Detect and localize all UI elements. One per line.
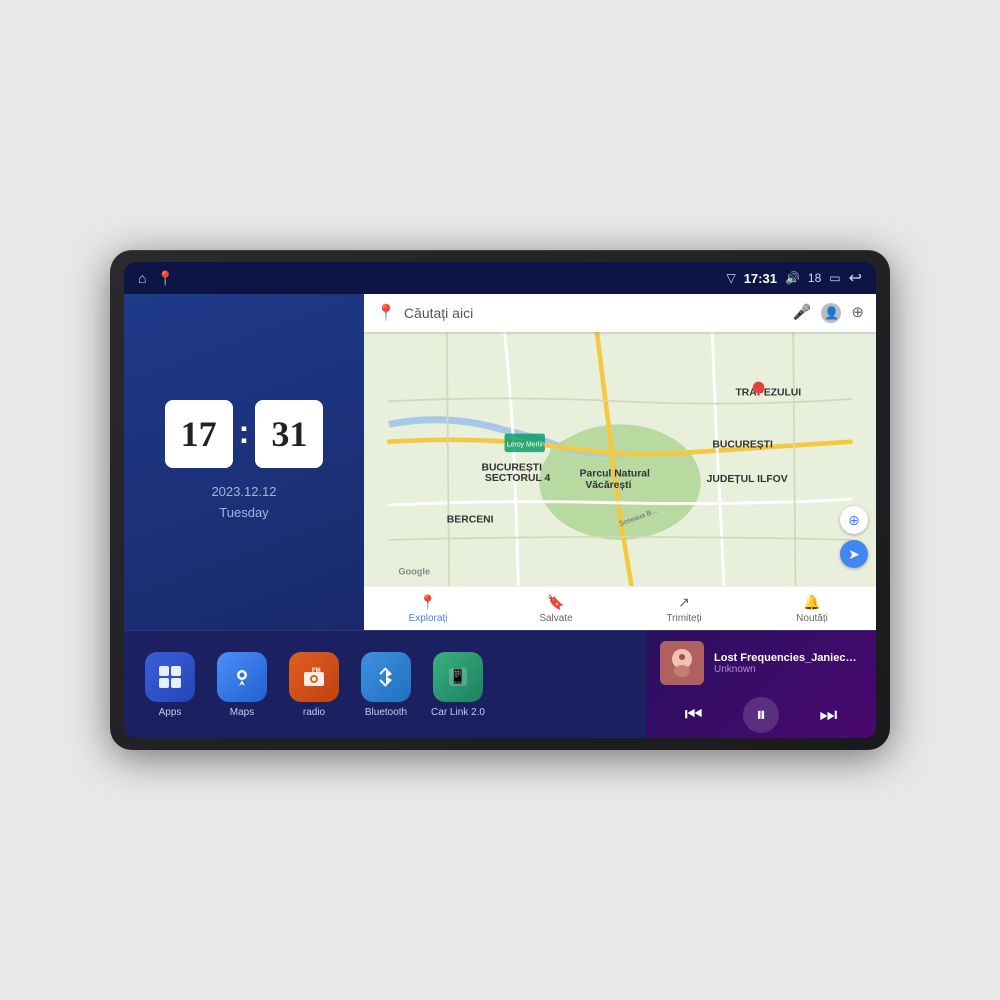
svg-text:BUCUREȘTI: BUCUREȘTI <box>481 463 542 474</box>
music-thumbnail <box>660 641 704 685</box>
signal-icon: ▽ <box>726 271 735 285</box>
svg-text:BUCUREȘTI: BUCUREȘTI <box>712 439 773 450</box>
svg-text:TRAPEZULUI: TRAPEZULUI <box>735 388 801 399</box>
status-time: 17:31 <box>744 271 777 286</box>
home-icon[interactable]: ⌂ <box>138 270 146 286</box>
app-item-carlink[interactable]: 📱 Car Link 2.0 <box>428 652 488 718</box>
explore-label: Explorați <box>409 613 448 624</box>
battery-icon: ▭ <box>829 271 840 285</box>
map-search-input[interactable]: Căutați aici <box>404 305 785 321</box>
bottom-section: Apps Maps <box>124 630 876 738</box>
apps-icon <box>145 652 195 702</box>
svg-text:BERCENI: BERCENI <box>447 515 494 526</box>
volume-level: 18 <box>808 271 821 285</box>
device-screen: ⌂ 📍 ▽ 17:31 🔊 18 ▭ ↩ 17 : 31 <box>124 262 876 738</box>
music-artist: Unknown <box>714 664 862 675</box>
bluetooth-app-icon <box>361 652 411 702</box>
svg-text:Văcărești: Văcărești <box>585 480 631 491</box>
music-player: Lost Frequencies_Janieck Devy-... Unknow… <box>646 631 876 738</box>
map-nav-news[interactable]: 🔔 Noutăți <box>748 594 876 624</box>
main-content: 17 : 31 2023.12.12 Tuesday 📍 Căutați aic… <box>124 294 876 738</box>
music-title: Lost Frequencies_Janieck Devy-... <box>714 652 862 664</box>
clock-day-value: Tuesday <box>211 503 276 524</box>
map-nav-explore[interactable]: 📍 Explorați <box>364 594 492 624</box>
play-pause-button[interactable]: ⏸ <box>743 697 779 733</box>
map-search-bar[interactable]: 📍 Căutați aici 🎤 👤 ⊕ <box>364 294 876 332</box>
next-button[interactable]: ⏭ <box>810 697 846 733</box>
news-icon: 🔔 <box>803 594 820 611</box>
app-item-radio[interactable]: FM radio <box>284 652 344 718</box>
svg-text:Google: Google <box>398 566 430 576</box>
map-nav-send[interactable]: ↗ Trimiteți <box>620 594 748 624</box>
svg-text:FM: FM <box>312 668 321 674</box>
news-label: Noutăți <box>796 613 828 624</box>
send-icon: ↗ <box>678 594 690 611</box>
music-text: Lost Frequencies_Janieck Devy-... Unknow… <box>714 652 862 675</box>
clock-date: 2023.12.12 Tuesday <box>211 482 276 524</box>
bluetooth-label: Bluetooth <box>365 707 407 718</box>
apps-label: Apps <box>159 707 182 718</box>
svg-text:Parcul Natural: Parcul Natural <box>580 468 650 479</box>
radio-label: radio <box>303 707 325 718</box>
maps-icon[interactable]: 📍 <box>156 270 173 287</box>
clock-hours: 17 <box>165 400 233 468</box>
svg-text:Leroy Merlin: Leroy Merlin <box>507 441 545 448</box>
clock-minutes: 31 <box>255 400 323 468</box>
carlink-label: Car Link 2.0 <box>431 707 485 718</box>
saved-icon: 🔖 <box>547 594 564 611</box>
clock-date-value: 2023.12.12 <box>211 482 276 503</box>
app-item-maps[interactable]: Maps <box>212 652 272 718</box>
send-label: Trimiteți <box>666 613 701 624</box>
status-bar: ⌂ 📍 ▽ 17:31 🔊 18 ▭ ↩ <box>124 262 876 294</box>
prev-button[interactable]: ⏮ <box>676 697 712 733</box>
map-search-icons: 🎤 👤 ⊕ <box>793 303 864 323</box>
map-widget: 📍 Căutați aici 🎤 👤 ⊕ <box>364 294 876 630</box>
music-controls: ⏮ ⏸ ⏭ <box>660 693 862 737</box>
map-nav-saved[interactable]: 🔖 Salvate <box>492 594 620 624</box>
clock-display: 17 : 31 <box>165 400 324 468</box>
map-pin-icon: 📍 <box>376 303 396 323</box>
layers-icon[interactable]: ⊕ <box>851 303 864 323</box>
status-right-area: ▽ 17:31 🔊 18 ▭ ↩ <box>726 268 862 288</box>
svg-text:SECTORUL 4: SECTORUL 4 <box>485 473 551 484</box>
maps-label: Maps <box>230 707 254 718</box>
account-icon[interactable]: 👤 <box>821 303 841 323</box>
car-display-device: ⌂ 📍 ▽ 17:31 🔊 18 ▭ ↩ 17 : 31 <box>110 250 890 750</box>
maps-app-icon <box>217 652 267 702</box>
svg-text:📱: 📱 <box>449 668 466 685</box>
compass-icon[interactable]: ⊕ <box>840 506 868 534</box>
top-section: 17 : 31 2023.12.12 Tuesday 📍 Căutați aic… <box>124 294 876 630</box>
map-area[interactable]: Parcul Natural Văcărești Leroy Merlin BE… <box>364 332 876 586</box>
back-icon[interactable]: ↩ <box>849 268 862 288</box>
saved-label: Salvate <box>539 613 572 624</box>
app-item-bluetooth[interactable]: Bluetooth <box>356 652 416 718</box>
apps-grid: Apps Maps <box>124 631 646 738</box>
music-info: Lost Frequencies_Janieck Devy-... Unknow… <box>660 641 862 685</box>
map-bottom-bar: 📍 Explorați 🔖 Salvate ↗ Trimiteți 🔔 <box>364 586 876 630</box>
volume-icon: 🔊 <box>785 271 800 285</box>
clock-colon: : <box>239 414 250 451</box>
navigation-button[interactable]: ➤ <box>840 540 868 568</box>
map-container: Parcul Natural Văcărești Leroy Merlin BE… <box>364 332 876 586</box>
clock-widget: 17 : 31 2023.12.12 Tuesday <box>124 294 364 630</box>
voice-search-icon[interactable]: 🎤 <box>793 303 812 323</box>
app-item-apps[interactable]: Apps <box>140 652 200 718</box>
carlink-app-icon: 📱 <box>433 652 483 702</box>
radio-app-icon: FM <box>289 652 339 702</box>
music-thumb-image <box>660 641 704 685</box>
svg-text:JUDEȚUL ILFOV: JUDEȚUL ILFOV <box>707 474 788 485</box>
explore-icon: 📍 <box>419 594 436 611</box>
status-left-icons: ⌂ 📍 <box>138 270 174 287</box>
